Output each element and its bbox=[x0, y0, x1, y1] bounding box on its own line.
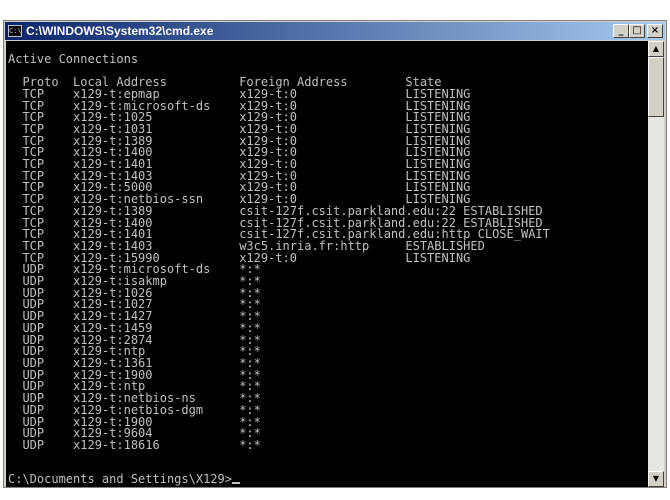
scrollbar-thumb[interactable] bbox=[648, 57, 664, 117]
cmd-app-icon[interactable]: C:\ bbox=[8, 25, 22, 37]
maximize-button[interactable]: □ bbox=[629, 24, 645, 38]
window-title: C:\WINDOWS\System32\cmd.exe bbox=[26, 24, 214, 38]
command-prompt[interactable]: C:\Documents and Settings\X129> bbox=[8, 473, 240, 485]
scroll-up-arrow-icon[interactable]: ▲ bbox=[648, 41, 664, 57]
cell-foreign-address: *:* bbox=[239, 437, 406, 452]
prompt-text: C:\Documents and Settings\X129> bbox=[8, 472, 232, 486]
cell-local-address: x129-t:18616 bbox=[73, 437, 240, 452]
title-bar[interactable]: C:\ C:\WINDOWS\System32\cmd.exe _ □ × bbox=[5, 22, 665, 40]
minimize-button[interactable]: _ bbox=[613, 24, 629, 38]
netstat-output: Active Connections Proto Local Address F… bbox=[6, 41, 648, 452]
window-controls: _ □ × bbox=[613, 24, 663, 38]
cmd-window: C:\ C:\WINDOWS\System32\cmd.exe _ □ × Ac… bbox=[3, 20, 667, 488]
cell-state: LISTENING bbox=[405, 250, 471, 265]
section-heading: Active Connections bbox=[8, 51, 139, 66]
text-cursor bbox=[231, 482, 240, 484]
connection-row: UDP x129-t:18616 *:* bbox=[8, 438, 405, 452]
cell-state: CLOSE_WAIT bbox=[477, 227, 550, 242]
console-output[interactable]: Active Connections Proto Local Address F… bbox=[6, 41, 648, 487]
vertical-scrollbar[interactable]: ▲ ▼ bbox=[648, 41, 664, 487]
cell-proto: UDP bbox=[22, 437, 74, 452]
connection-table: TCP x129-t:epmap x129-t:0 LISTENING TCP … bbox=[8, 87, 550, 452]
scroll-down-arrow-icon[interactable]: ▼ bbox=[648, 471, 664, 487]
close-button[interactable]: × bbox=[647, 24, 663, 38]
